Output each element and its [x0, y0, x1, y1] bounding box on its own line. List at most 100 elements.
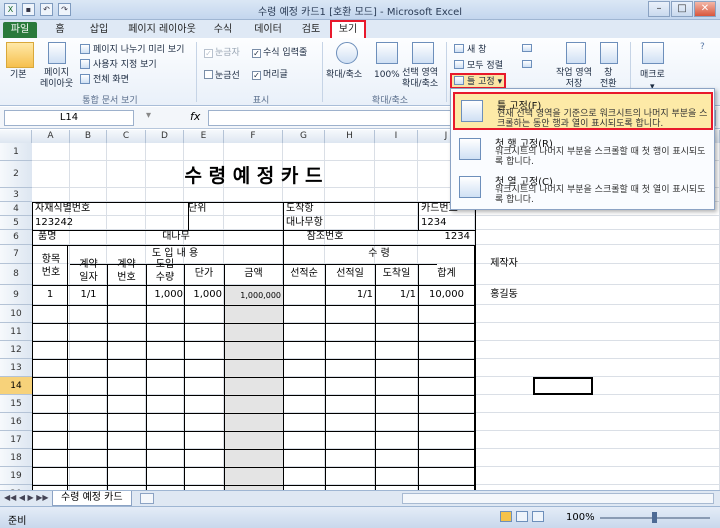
split-icon[interactable]: [522, 44, 532, 52]
sheet-tab[interactable]: 수령 예정 카드: [52, 491, 132, 506]
zoom-selection-button[interactable]: 선택 영역 확대/축소: [402, 68, 438, 90]
freeze-first-column-menu-item[interactable]: 첫 열 고정(C) 워크시트의 나머지 부분을 스크롤할 때 첫 열이 표시되도…: [453, 170, 713, 208]
row9-ship-date[interactable]: 1/1: [325, 288, 373, 302]
close-button[interactable]: ✕: [694, 1, 716, 17]
tab-insert[interactable]: 삽입: [84, 22, 114, 38]
row-header[interactable]: 4: [0, 202, 32, 216]
tab-review[interactable]: 검토: [296, 22, 326, 38]
zoom-100-icon[interactable]: [376, 42, 398, 64]
ref-no[interactable]: 1234: [430, 230, 470, 244]
name-box[interactable]: L14: [4, 110, 134, 126]
normal-view-icon[interactable]: [6, 42, 34, 68]
tab-page-layout[interactable]: 페이지 레이아웃: [122, 22, 202, 38]
tab-view[interactable]: 보기: [330, 20, 366, 40]
row-header[interactable]: 16: [0, 413, 32, 431]
sheet-title[interactable]: 수 령 예 정 카 드: [32, 166, 475, 186]
row-header[interactable]: 11: [0, 323, 32, 341]
page-layout-button[interactable]: 페이지 레이아웃: [40, 68, 73, 90]
macros-icon[interactable]: [642, 42, 664, 64]
zoom-slider-handle[interactable]: [652, 512, 657, 523]
amount-header[interactable]: 금액: [224, 267, 283, 281]
arrival-date-header[interactable]: 도착일: [375, 267, 418, 281]
save-workspace-button[interactable]: 작업 영역 저장: [556, 68, 592, 90]
selected-cell[interactable]: [533, 377, 593, 395]
column-header[interactable]: C: [107, 130, 146, 143]
receive-header[interactable]: 수 령: [283, 247, 475, 261]
column-header[interactable]: A: [32, 130, 70, 143]
zoom-level[interactable]: 100%: [566, 512, 595, 523]
row-header[interactable]: 10: [0, 305, 32, 323]
page-break-icon[interactable]: [532, 511, 544, 522]
row9-total[interactable]: 10,000: [418, 288, 464, 302]
headings-checkbox[interactable]: ✓ 머리글: [252, 70, 288, 81]
macros-button[interactable]: 매크로: [640, 70, 665, 81]
save-workspace-icon[interactable]: [566, 42, 586, 64]
row9-price[interactable]: 1,000: [184, 288, 222, 302]
new-sheet-icon[interactable]: [140, 493, 154, 504]
tab-home[interactable]: 홈: [48, 22, 72, 38]
tab-data[interactable]: 데이터: [248, 22, 288, 38]
row-header[interactable]: 7: [0, 245, 32, 264]
row-header[interactable]: 15: [0, 395, 32, 413]
page-layout-icon[interactable]: [516, 511, 528, 522]
chevron-down-icon[interactable]: ▾: [146, 110, 151, 121]
row-header[interactable]: 14: [0, 377, 32, 395]
gridlines-checkbox[interactable]: 눈금선: [204, 70, 240, 82]
full-screen-button[interactable]: 전체 화면: [80, 74, 129, 86]
column-header[interactable]: B: [70, 130, 107, 143]
help-icon[interactable]: ?: [700, 42, 705, 53]
ship-date-header[interactable]: 선적일: [325, 267, 375, 281]
tab-file[interactable]: 파일: [3, 22, 37, 38]
tab-formulas[interactable]: 수식: [208, 22, 238, 38]
unit-label[interactable]: 단위: [188, 202, 228, 216]
arrival-label[interactable]: 도착항: [286, 202, 346, 216]
page-layout-icon[interactable]: [48, 42, 66, 64]
contract-no-header[interactable]: 계약 번호: [107, 258, 146, 284]
ruler-checkbox[interactable]: ✓ 눈금자: [204, 48, 240, 59]
row-header[interactable]: 2: [0, 161, 32, 188]
item-label[interactable]: 품명: [38, 230, 74, 244]
row-header[interactable]: 6: [0, 230, 32, 245]
zoom-icon[interactable]: [336, 42, 358, 64]
row9-arrival-date[interactable]: 1/1: [375, 288, 416, 302]
column-header[interactable]: G: [283, 130, 325, 143]
row-header[interactable]: 8: [0, 264, 32, 285]
normal-view-button[interactable]: 기본: [10, 70, 27, 81]
card-no[interactable]: 1234: [421, 216, 461, 230]
formula-bar-checkbox[interactable]: ✓ 수식 입력줄: [252, 48, 307, 59]
select-all-corner[interactable]: [0, 130, 32, 143]
switch-windows-button[interactable]: 창 전환: [600, 68, 617, 90]
row-header[interactable]: 12: [0, 341, 32, 359]
normal-view-icon[interactable]: [500, 511, 512, 522]
column-header[interactable]: E: [184, 130, 224, 143]
column-header[interactable]: D: [146, 130, 184, 143]
line-no-header[interactable]: 항목 번호: [34, 253, 68, 279]
row9-date[interactable]: 1/1: [70, 288, 107, 302]
hide-icon[interactable]: [522, 60, 532, 68]
row9-qty[interactable]: 1,000: [146, 288, 183, 302]
freeze-panes-button[interactable]: 틀 고정 ▾: [450, 73, 507, 89]
row9-no[interactable]: 1: [35, 288, 65, 302]
row-header[interactable]: 13: [0, 359, 32, 377]
ref-label[interactable]: 참조번호: [290, 230, 360, 244]
row-header[interactable]: 5: [0, 216, 32, 230]
maker-header[interactable]: 제작자: [475, 257, 533, 271]
contract-date-header[interactable]: 계약 일자: [70, 258, 107, 284]
freeze-top-row-menu-item[interactable]: 첫 행 고정(R) 워크시트의 나머지 부분을 스크롤할 때 첫 행이 표시되도…: [453, 132, 713, 170]
row-header[interactable]: 17: [0, 431, 32, 449]
arrival-port[interactable]: 대나무항: [286, 216, 346, 230]
insert-function-icon[interactable]: fx: [190, 110, 200, 123]
price-header[interactable]: 단가: [184, 267, 224, 281]
zoom-selection-icon[interactable]: [412, 42, 434, 64]
column-header[interactable]: F: [224, 130, 283, 143]
row-header[interactable]: 1: [0, 143, 32, 161]
column-header[interactable]: H: [325, 130, 375, 143]
row9-maker[interactable]: 홍길동: [475, 288, 533, 302]
freeze-panes-menu-item[interactable]: 틀 고정(F) 현재 선택 영역을 기준으로 워크시트의 나머지 부분을 스크롤…: [453, 92, 713, 130]
arrange-all-button[interactable]: 모두 정렬: [454, 60, 503, 72]
row9-amount[interactable]: 1,000,000: [224, 289, 281, 303]
column-header[interactable]: I: [375, 130, 418, 143]
material-no[interactable]: 123242: [35, 216, 115, 230]
loader-header[interactable]: 선적순: [283, 267, 325, 281]
item-name[interactable]: 대나무: [146, 230, 206, 244]
